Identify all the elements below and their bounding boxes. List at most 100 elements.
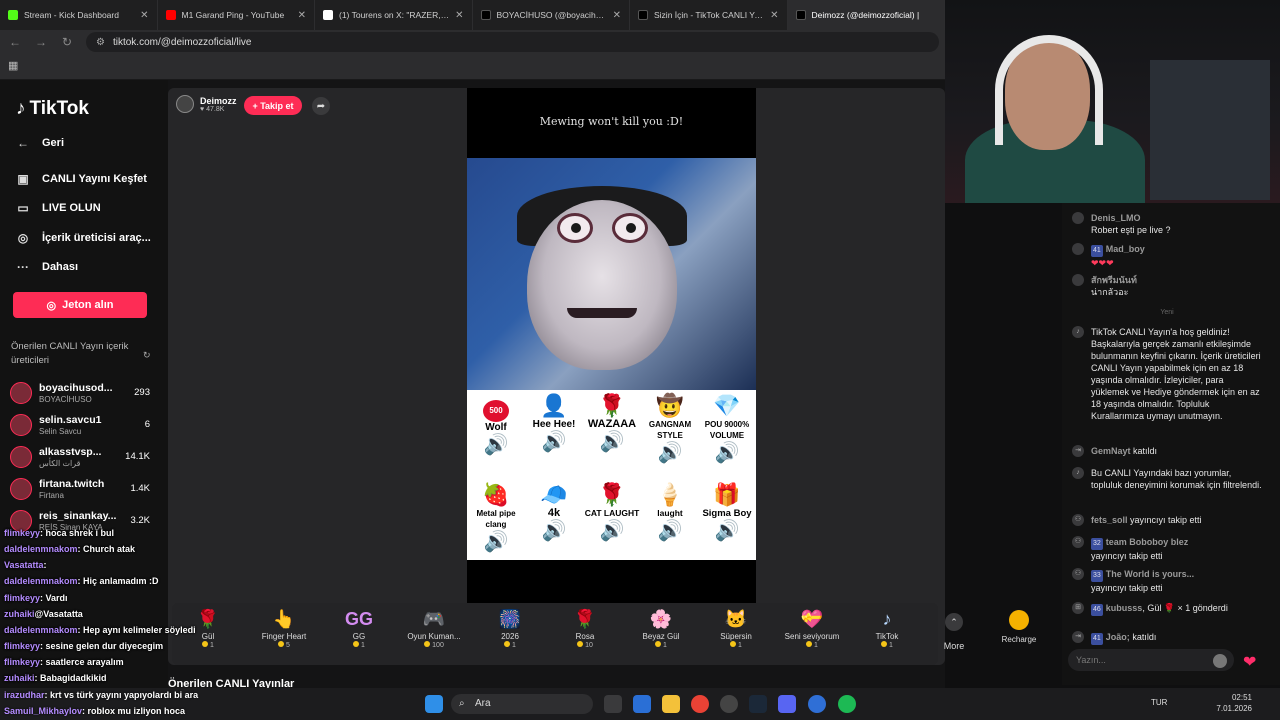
task-view-icon[interactable] <box>604 695 622 713</box>
close-tab-icon[interactable]: ✕ <box>298 10 306 21</box>
gift-item[interactable]: 👆 Finger Heart 5 <box>252 606 316 649</box>
speaker-icon: 🔊 <box>483 531 509 553</box>
avatar <box>1072 274 1084 286</box>
gift-sound-cell: 🎁 Sigma Boy 🔊 <box>698 482 756 543</box>
headphones-icon <box>995 35 1103 145</box>
browser-tab[interactable]: (1) Tourens on X: "RAZER, oyun✕ <box>315 0 473 30</box>
recommended-creator[interactable]: alkasstvsp... قرات الكأس 14.1K <box>10 444 150 472</box>
back-arrow-icon[interactable]: ← <box>8 35 22 49</box>
gift-item[interactable]: 💝 Seni seviyorum 1 <box>780 606 844 649</box>
go-live-nav[interactable]: ▭ LIVE OLUN <box>16 201 100 215</box>
chrome-icon[interactable] <box>808 695 826 713</box>
store-icon[interactable] <box>633 695 651 713</box>
chat-message: ⇥ GemNayt katıldı <box>1072 445 1262 457</box>
system-message: ♪ TikTok CANLI Yayın'a hoş geldiniz! Başk… <box>1072 326 1262 422</box>
clock[interactable]: 02:51 7.01.2026 <box>1210 692 1252 714</box>
more-gifts-button[interactable]: ⌃ More <box>940 613 968 651</box>
gift-item[interactable]: 🎮 Oyun Kuman... 100 <box>402 606 466 649</box>
browser-tab[interactable]: Sizin İçin - TikTok CANLI Yayın ✕ <box>630 0 788 30</box>
back-nav[interactable]: ← Geri <box>16 136 64 150</box>
system-tray[interactable]: TUR <box>1151 698 1167 707</box>
close-tab-icon[interactable]: ✕ <box>613 10 621 21</box>
chat-input[interactable]: Yazın... <box>1068 649 1234 671</box>
reload-icon[interactable]: ↻ <box>60 35 74 49</box>
gift-item[interactable]: 🌸 Beyaz Gül 1 <box>629 606 693 649</box>
gift-icon: 💎 <box>713 393 741 418</box>
discord-icon[interactable] <box>778 695 796 713</box>
gift-item[interactable]: 🎆 2026 1 <box>478 606 542 649</box>
share-icon[interactable]: ➦ <box>312 97 330 115</box>
gift-sound-cell: 🌹 WAZAAA 🔊 <box>583 393 641 454</box>
recommended-creator[interactable]: boyacihusod... BOYACİHUSO 293 <box>10 380 150 408</box>
gift-item[interactable]: 🌹 Rosa 10 <box>553 606 617 649</box>
gift-sound-cell: 🤠 GANGNAM STYLE 🔊 <box>641 393 699 465</box>
video-stream[interactable]: Mewing won't kill you :D! 500 Wolf 🔊 👤 Hee … <box>467 88 756 603</box>
close-tab-icon[interactable]: ✕ <box>455 10 463 21</box>
close-tab-icon[interactable]: ✕ <box>770 10 778 21</box>
taskbar-search[interactable]: ⌕ Ara <box>451 694 593 714</box>
gift-sound-cell: 🍓 Metal pipe clang 🔊 <box>467 482 525 554</box>
video-camera-icon: ▭ <box>17 201 29 215</box>
spotify-icon[interactable] <box>838 695 856 713</box>
chat-message: ⚇ 32 team Boboboy blez yayıncıyı takip etti <box>1072 536 1262 562</box>
bookmarks-bar: ▦ <box>0 54 945 80</box>
search-icon: ⌕ <box>459 698 465 709</box>
overlay-chat-line: zuhaiki: Babagidadkikid <box>4 673 107 683</box>
speaker-icon: 🔊 <box>714 442 740 464</box>
follow-icon: ⚇ <box>1072 568 1084 580</box>
follow-button[interactable]: + Takip et <box>244 96 302 115</box>
recommended-creator[interactable]: selin.savcu1 Selin Savcu 6 <box>10 412 150 440</box>
tiktok-favicon-icon <box>638 10 648 20</box>
host-info[interactable]: Deimozz ♥ 47.8K <box>176 95 237 113</box>
more-nav[interactable]: ··· Dahası <box>16 260 78 274</box>
gift-item[interactable]: GG GG 1 <box>327 606 391 649</box>
gift-icon: ⊞ <box>1072 602 1084 614</box>
app-icon[interactable] <box>720 695 738 713</box>
browser-tab[interactable]: M1 Garand Ping - YouTube ✕ <box>158 0 315 30</box>
gift-icon: 🤠 <box>656 393 684 418</box>
forward-arrow-icon[interactable]: → <box>34 35 48 49</box>
chrome-icon[interactable] <box>691 695 709 713</box>
address-bar: ← → ↻ ⚙ tiktok.com/@deimozzoficial/live <box>0 30 945 54</box>
steam-icon[interactable] <box>749 695 767 713</box>
explore-live-nav[interactable]: ▣ CANLI Yayını Keşfet <box>16 172 147 186</box>
url-field[interactable]: ⚙ tiktok.com/@deimozzoficial/live <box>86 32 939 52</box>
recommended-creator[interactable]: firtana.twitch Firtana 1.4K <box>10 476 150 504</box>
join-icon: ⇥ <box>1072 445 1084 457</box>
close-tab-icon[interactable]: ✕ <box>140 10 148 21</box>
creator-tools-nav[interactable]: ◎ İçerik üreticisi araç... <box>16 231 151 245</box>
coin-icon: ◎ <box>46 299 57 312</box>
gift-icon: 500 <box>467 393 525 422</box>
refresh-icon[interactable]: ↻ <box>143 350 151 361</box>
speaker-icon: 🔊 <box>657 520 683 542</box>
gift-sound-cell: 💎 POU 9000% VOLUME 🔊 <box>698 393 756 465</box>
emoji-icon[interactable] <box>1213 654 1227 668</box>
system-message: ♪ Bu CANLI Yayındaki bazı yorumlar, toplu… <box>1072 467 1262 491</box>
avatar <box>10 446 32 468</box>
gift-icon: 🌸 <box>649 609 673 629</box>
browser-tab[interactable]: Stream - Kick Dashboard ✕ <box>0 0 158 30</box>
chat-message: ⚇ fets_soll yayıncıyı takip etti <box>1072 514 1262 526</box>
browser-tab[interactable]: BOYACİHUSO (@boyacihusod ✕ <box>473 0 630 30</box>
browser-tab-active[interactable]: Deimozz (@deimozzoficial) | <box>787 0 945 30</box>
speaker-icon: 🔊 <box>541 520 567 542</box>
x-favicon-icon <box>323 10 333 20</box>
get-coins-button[interactable]: ◎ Jeton alın <box>13 292 147 318</box>
tiktok-logo[interactable]: ♪ TikTok <box>16 98 89 120</box>
file-explorer-icon[interactable] <box>662 695 680 713</box>
tiktok-note-icon: ♪ <box>16 98 26 119</box>
windows-start-icon[interactable] <box>425 695 443 713</box>
calendar-icon: ▣ <box>17 172 29 186</box>
overlay-chat-line: daldelenmnakom: Church atak <box>4 544 136 554</box>
gift-icon: 🎁 <box>713 482 741 507</box>
heart-like-icon[interactable]: ❤ <box>1243 652 1256 672</box>
avatar <box>1072 243 1084 255</box>
recharge-button[interactable]: Recharge <box>996 606 1042 644</box>
site-settings-icon[interactable]: ⚙ <box>96 37 105 48</box>
coin-icon <box>1009 610 1029 630</box>
character-eye <box>612 213 648 243</box>
gift-item[interactable]: 🐱 Süpersin 1 <box>704 606 768 649</box>
gift-item[interactable]: ♪ TikTok 1 <box>855 606 919 649</box>
apps-grid-icon[interactable]: ▦ <box>8 59 18 72</box>
overlay-chat-line: Vasatatta: <box>4 560 47 570</box>
